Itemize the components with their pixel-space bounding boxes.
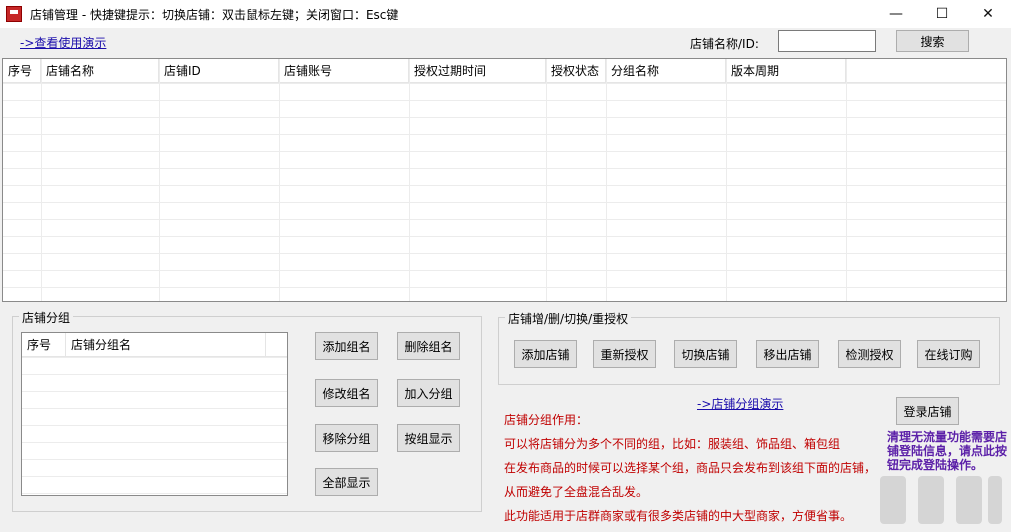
- table-body: [3, 83, 1006, 301]
- login-notice: 清理无流量功能需要店铺登陆信息，请点此按钮完成登陆操作。: [887, 430, 1008, 472]
- group-table-body: [22, 357, 287, 495]
- shop-table[interactable]: 序号 店铺名称 店铺ID 店铺账号 授权过期时间 授权状态 分组名称 版本周期: [2, 58, 1007, 302]
- column-header[interactable]: 分组名称: [606, 59, 726, 83]
- group-table[interactable]: 序号 店铺分组名: [21, 332, 288, 496]
- view-demo-link[interactable]: ->查看使用演示: [20, 34, 106, 51]
- info-line: 从而避免了全盘混合乱发。: [504, 485, 649, 499]
- remove-from-group-button[interactable]: 移除分组: [315, 424, 378, 452]
- window-title: 店铺管理 - 快捷键提示：切换店铺：双击鼠标左键；关闭窗口：Esc键: [30, 7, 399, 22]
- watermark-logo: [880, 476, 1002, 524]
- show-by-group-button[interactable]: 按组显示: [397, 424, 460, 452]
- window-controls: — ☐ ✕: [873, 0, 1011, 28]
- check-authorization-button[interactable]: 检测授权: [838, 340, 901, 368]
- maximize-button[interactable]: ☐: [919, 0, 965, 28]
- info-line: 此功能适用于店群商家或有很多类店铺的中大型商家，方便省事。: [504, 509, 853, 523]
- column-header[interactable]: 授权状态: [546, 59, 606, 83]
- join-group-button[interactable]: 加入分组: [397, 379, 460, 407]
- search-button[interactable]: 搜索: [896, 30, 969, 52]
- remove-shop-button[interactable]: 移出店铺: [756, 340, 819, 368]
- column-header[interactable]: 序号: [3, 59, 41, 83]
- column-header[interactable]: 版本周期: [726, 59, 846, 83]
- reauthorize-button[interactable]: 重新授权: [593, 340, 656, 368]
- search-label: 店铺名称/ID:: [690, 37, 759, 51]
- search-input[interactable]: [778, 30, 876, 52]
- minimize-button[interactable]: —: [873, 0, 919, 28]
- group-table-header: 序号 店铺分组名: [22, 333, 287, 357]
- info-line: 店铺分组作用：: [504, 413, 589, 427]
- info-line: 在发布商品的时候可以选择某个组，商品只会发布到该组下面的店铺，: [504, 461, 877, 475]
- shop-operations-title: 店铺增/删/切换/重授权: [505, 310, 632, 327]
- column-header[interactable]: 店铺账号: [279, 59, 409, 83]
- column-header[interactable]: 店铺ID: [159, 59, 279, 83]
- column-header[interactable]: 序号: [22, 333, 66, 357]
- column-header[interactable]: 店铺分组名: [66, 333, 266, 357]
- close-button[interactable]: ✕: [965, 0, 1011, 28]
- switch-shop-button[interactable]: 切换店铺: [674, 340, 737, 368]
- show-all-button[interactable]: 全部显示: [315, 468, 378, 496]
- app-icon: [6, 6, 22, 22]
- group-demo-link[interactable]: ->店铺分组演示: [697, 395, 783, 412]
- online-order-button[interactable]: 在线订购: [917, 340, 980, 368]
- rename-group-button[interactable]: 修改组名: [315, 379, 378, 407]
- add-shop-button[interactable]: 添加店铺: [514, 340, 577, 368]
- title-bar: 店铺管理 - 快捷键提示：切换店铺：双击鼠标左键；关闭窗口：Esc键 — ☐ ✕: [0, 0, 1011, 28]
- shop-table-header: 序号 店铺名称 店铺ID 店铺账号 授权过期时间 授权状态 分组名称 版本周期: [3, 59, 1006, 83]
- login-shop-button[interactable]: 登录店铺: [896, 397, 959, 425]
- add-group-button[interactable]: 添加组名: [315, 332, 378, 360]
- shop-group-title: 店铺分组: [19, 309, 74, 326]
- column-header[interactable]: 授权过期时间: [409, 59, 546, 83]
- info-line: 可以将店铺分为多个不同的组，比如：服装组、饰品组、箱包组: [504, 437, 841, 451]
- delete-group-button[interactable]: 删除组名: [397, 332, 460, 360]
- column-header[interactable]: 店铺名称: [41, 59, 159, 83]
